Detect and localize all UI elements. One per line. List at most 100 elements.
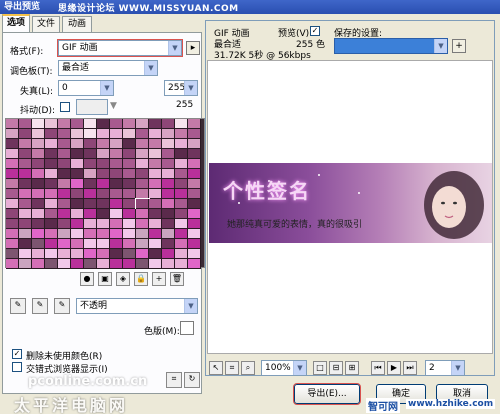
palette-swatch[interactable] — [97, 209, 110, 219]
dither-arrow-icon[interactable]: ▼ — [110, 101, 117, 111]
palette-swatch[interactable] — [162, 129, 175, 139]
palette-swatch[interactable] — [175, 179, 188, 189]
palette-swatch[interactable] — [123, 249, 136, 259]
palette-swatch[interactable] — [32, 149, 45, 159]
palette-swatch[interactable] — [45, 189, 58, 199]
pointer-icon[interactable]: ↖ — [209, 361, 223, 375]
palette-swatch[interactable] — [84, 169, 97, 179]
palette-swatch[interactable] — [32, 169, 45, 179]
palette-swatch[interactable] — [162, 259, 175, 269]
palette-swatch[interactable] — [175, 189, 188, 199]
palette-swatch[interactable] — [6, 219, 19, 229]
palette-swatch[interactable] — [175, 159, 188, 169]
palette-swatch[interactable] — [135, 198, 150, 210]
palette-swatch[interactable] — [19, 159, 32, 169]
palette-swatch[interactable] — [110, 219, 123, 229]
palette-swatch[interactable] — [58, 149, 71, 159]
palette-swatch[interactable] — [84, 139, 97, 149]
chevron-down-icon[interactable]: ▼ — [168, 41, 181, 55]
add-color-icon[interactable]: + — [152, 272, 166, 286]
loss-input[interactable]: 0 ▼ — [58, 80, 114, 96]
palette-swatch[interactable] — [136, 129, 149, 139]
palette-swatch[interactable] — [19, 209, 32, 219]
palette-swatch[interactable] — [19, 139, 32, 149]
add-setting-button[interactable]: + — [452, 39, 466, 53]
palette-swatch[interactable] — [123, 239, 136, 249]
palette-swatch[interactable] — [71, 249, 84, 259]
palette-swatch[interactable] — [175, 239, 188, 249]
palette-swatch[interactable] — [32, 219, 45, 229]
palette-swatch[interactable] — [19, 239, 32, 249]
palette-swatch[interactable] — [162, 219, 175, 229]
palette-swatch[interactable] — [162, 239, 175, 249]
split-four-icon[interactable]: ⊞ — [345, 361, 359, 375]
palette-swatch[interactable] — [84, 249, 97, 259]
palette-swatch[interactable] — [84, 199, 97, 209]
palette-swatch[interactable] — [58, 129, 71, 139]
palette-swatch[interactable] — [97, 199, 110, 209]
palette-swatch[interactable] — [162, 169, 175, 179]
palette-swatch[interactable] — [97, 179, 110, 189]
web-safe-icon[interactable]: ● — [80, 272, 94, 286]
palette-swatch[interactable] — [149, 179, 162, 189]
palette-swatch[interactable] — [97, 129, 110, 139]
palette-swatch[interactable] — [110, 119, 123, 129]
palette-swatch[interactable] — [175, 259, 188, 269]
palette-swatch[interactable] — [32, 199, 45, 209]
palette-swatch[interactable] — [84, 179, 97, 189]
chevron-down-icon[interactable]: ▼ — [184, 299, 197, 313]
palette-swatch[interactable] — [6, 259, 19, 269]
palette-swatch[interactable] — [6, 189, 19, 199]
palette-swatch[interactable] — [188, 209, 201, 219]
palette-swatch[interactable] — [136, 209, 149, 219]
palette-swatch[interactable] — [32, 119, 45, 129]
lock-icon[interactable]: 🔒 — [134, 272, 148, 286]
palette-swatch[interactable] — [71, 239, 84, 249]
palette-swatch[interactable] — [149, 209, 162, 219]
palette-swatch[interactable] — [188, 259, 201, 269]
palette-swatch[interactable] — [188, 219, 201, 229]
palette-swatch[interactable] — [123, 159, 136, 169]
palette-swatch[interactable] — [71, 209, 84, 219]
palette-swatch[interactable] — [84, 189, 97, 199]
palette-swatch[interactable] — [84, 129, 97, 139]
palette-swatch[interactable] — [58, 219, 71, 229]
palette-swatch[interactable] — [149, 199, 162, 209]
palette-swatch[interactable] — [58, 259, 71, 269]
palette-swatch[interactable] — [19, 249, 32, 259]
eyedropper-add-icon[interactable]: ✎ — [32, 298, 48, 314]
play-icon[interactable]: ▶ — [387, 361, 401, 375]
palette-swatch[interactable] — [149, 259, 162, 269]
palette-swatch[interactable] — [6, 129, 19, 139]
palette-swatch[interactable] — [71, 149, 84, 159]
palette-swatch[interactable] — [123, 199, 136, 209]
palette-swatch[interactable] — [188, 159, 201, 169]
chevron-down-icon[interactable]: ▼ — [293, 361, 306, 375]
palette-swatch[interactable] — [149, 239, 162, 249]
palette-swatch[interactable] — [71, 189, 84, 199]
chevron-down-icon[interactable]: ▼ — [144, 61, 157, 75]
palette-swatch[interactable] — [97, 249, 110, 259]
palette-swatch[interactable] — [6, 179, 19, 189]
delete-icon[interactable]: 🗑 — [170, 272, 184, 286]
palette-swatch[interactable] — [6, 169, 19, 179]
palette-swatch[interactable] — [110, 129, 123, 139]
palette-swatch[interactable] — [175, 139, 188, 149]
palette-swatch[interactable] — [45, 149, 58, 159]
palette-swatch[interactable] — [71, 259, 84, 269]
palette-swatch[interactable] — [175, 119, 188, 129]
palette-swatch[interactable] — [45, 249, 58, 259]
palette-swatch[interactable] — [110, 199, 123, 209]
palette-swatch[interactable] — [123, 219, 136, 229]
palette-swatch[interactable] — [45, 179, 58, 189]
palette-swatch[interactable] — [6, 119, 19, 129]
palette-swatch[interactable] — [84, 259, 97, 269]
palette-swatch[interactable] — [123, 129, 136, 139]
palette-swatch[interactable] — [58, 169, 71, 179]
palette-swatch[interactable] — [71, 119, 84, 129]
palette-swatch[interactable] — [6, 139, 19, 149]
palette-swatch[interactable] — [45, 229, 58, 239]
palette-swatch[interactable] — [136, 239, 149, 249]
palette-swatch[interactable] — [58, 199, 71, 209]
palette-swatch[interactable] — [188, 139, 201, 149]
